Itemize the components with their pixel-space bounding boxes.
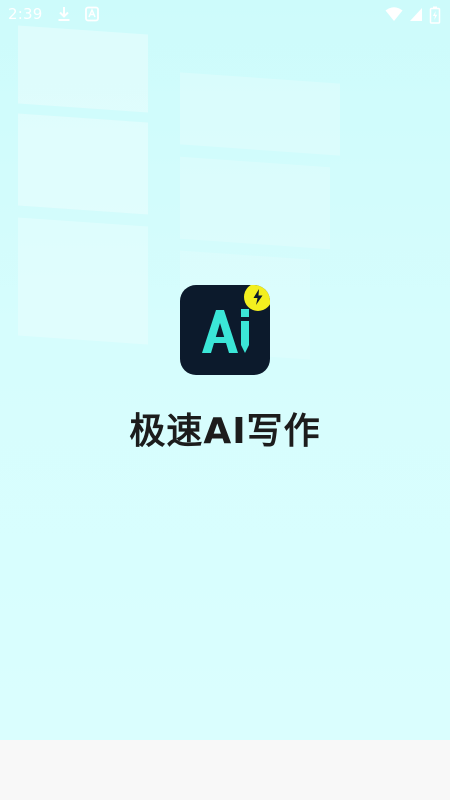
- window-reflection: [18, 113, 148, 215]
- status-bar: 2:39: [0, 0, 450, 30]
- app-logo: [180, 285, 270, 375]
- battery-icon: [429, 6, 441, 24]
- window-reflection: [180, 72, 340, 156]
- lightning-badge: [244, 285, 270, 311]
- download-icon: [58, 7, 70, 21]
- lightning-icon: [253, 289, 263, 305]
- wifi-icon: [385, 7, 403, 21]
- window-reflection: [18, 25, 148, 113]
- navigation-bar: [0, 740, 450, 800]
- status-time: 2:39: [8, 5, 43, 23]
- app-title: 极速AI写作: [129, 411, 321, 452]
- splash-screen: 2:39 极速AI写作: [0, 0, 450, 740]
- app-notification-icon: [85, 6, 99, 22]
- signal-icon: [410, 8, 422, 21]
- window-reflection: [180, 156, 330, 250]
- window-reflection: [18, 217, 148, 345]
